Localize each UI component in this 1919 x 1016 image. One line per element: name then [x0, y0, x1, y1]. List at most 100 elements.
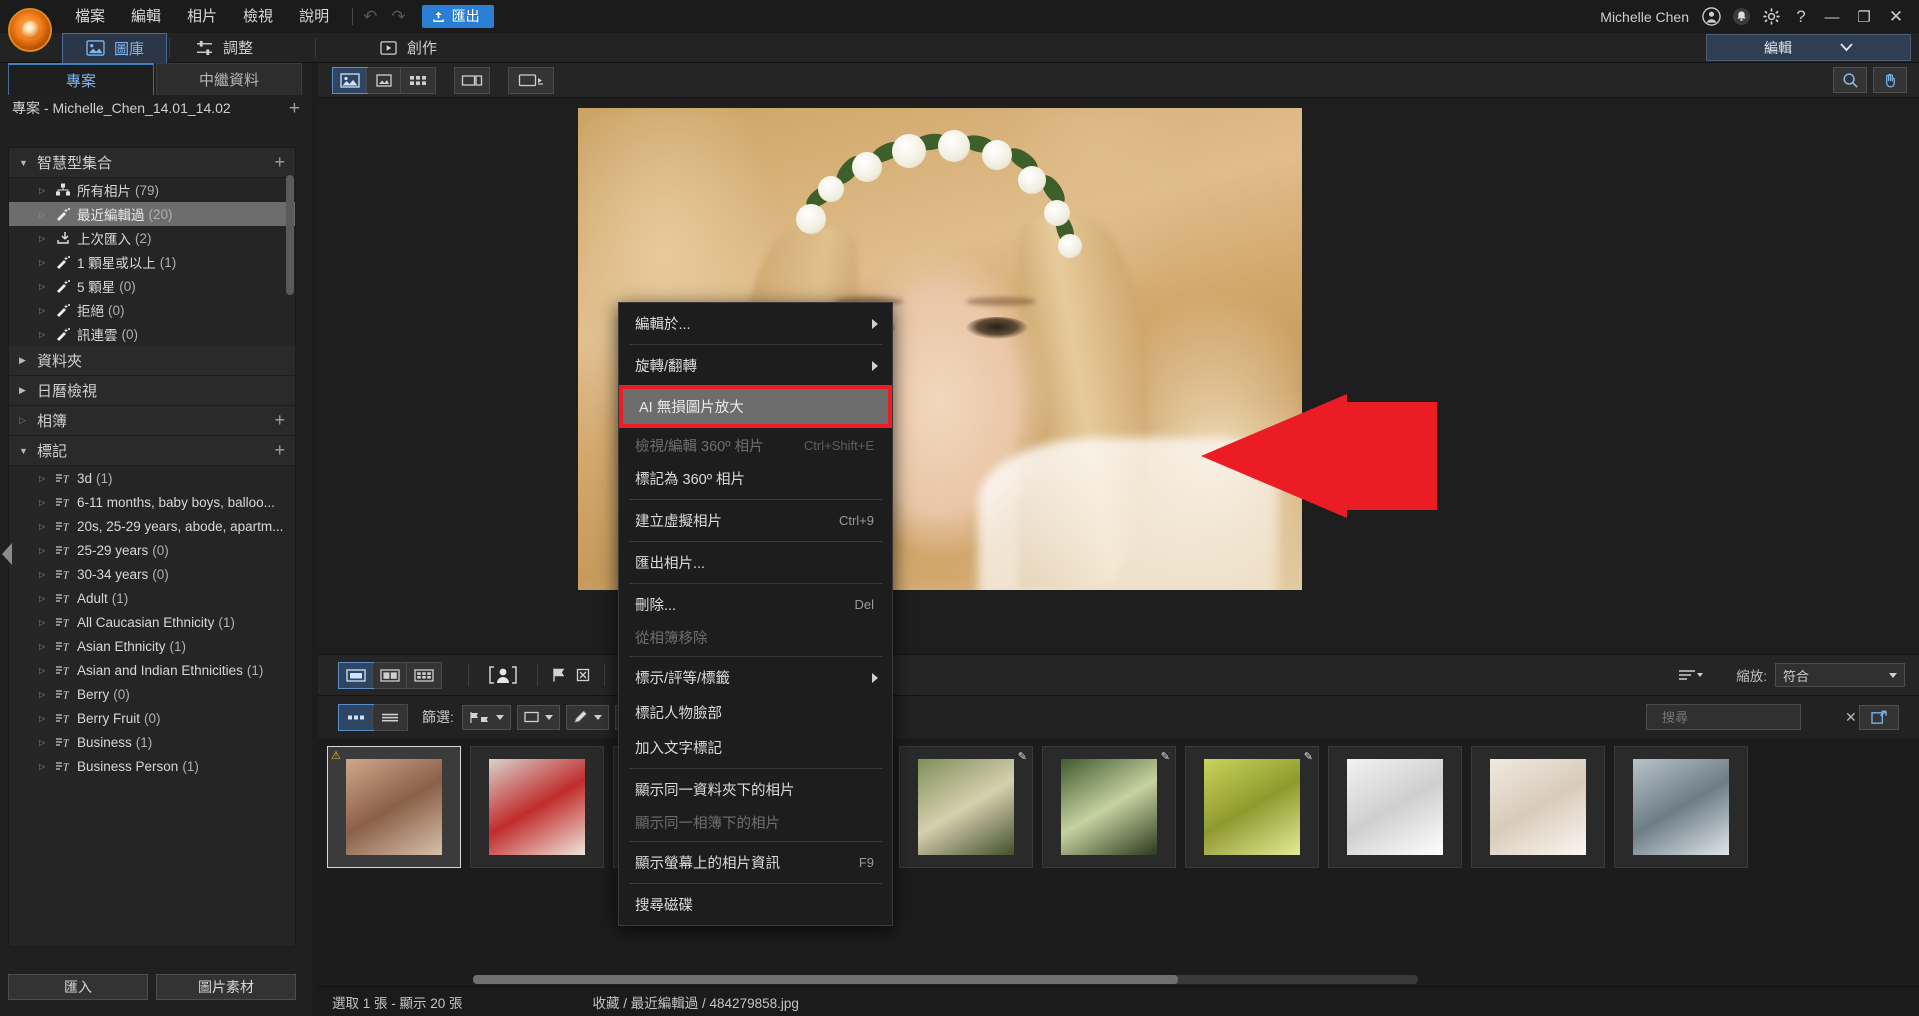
sidebar-tab-metadata[interactable]: 中繼資料: [156, 63, 302, 95]
context-menu-item[interactable]: 編輯於...: [619, 306, 892, 341]
filmstrip-thumbnail[interactable]: [1614, 746, 1748, 868]
sidebar-tag-item[interactable]: ▷TBerry(0): [9, 682, 295, 706]
zoom-search-button[interactable]: [1833, 67, 1867, 93]
menu-item-photo[interactable]: 相片: [174, 0, 230, 33]
filmstrip-layout-grid-button[interactable]: [407, 663, 441, 688]
add-project-icon[interactable]: +: [289, 99, 300, 118]
sidebar-tab-project[interactable]: 專案: [8, 63, 154, 95]
filmstrip-layout-dual-button[interactable]: [373, 663, 407, 688]
filmstrip-thumbnail[interactable]: [1328, 746, 1462, 868]
filmstrip-layout-single-button[interactable]: [339, 663, 373, 688]
add-album-icon[interactable]: +: [274, 410, 285, 431]
sidebar-group-calendar-view[interactable]: ▶ 日曆檢視: [9, 376, 295, 406]
sidebar-item-last-import[interactable]: ▷ 上次匯入 (2): [9, 226, 295, 250]
filter-edit-dropdown[interactable]: [566, 705, 609, 730]
sidebar-group-tags[interactable]: ▼ 標記 +: [9, 436, 295, 466]
slideshow-button[interactable]: [509, 68, 553, 93]
context-menu-item[interactable]: 標示/評等/標籤: [619, 660, 892, 695]
sidebar-item-one-star-plus[interactable]: ▷ 1 顆星或以上 (1): [9, 250, 295, 274]
context-menu-item[interactable]: 建立虛擬相片Ctrl+9: [619, 503, 892, 538]
sidebar-tag-item[interactable]: ▷T20s, 25-29 years, abode, apartm...: [9, 514, 295, 538]
filmstrip-scroll-thumb[interactable]: [473, 975, 1178, 984]
pan-hand-button[interactable]: [1873, 67, 1907, 93]
mode-tab-create[interactable]: 創作: [356, 33, 459, 63]
sidebar-tag-item[interactable]: ▷T6-11 months, baby boys, balloo...: [9, 490, 295, 514]
edit-mode-dropdown[interactable]: 編輯: [1706, 34, 1911, 61]
flag-reject-icon[interactable]: [575, 667, 591, 683]
sidebar-tag-item[interactable]: ▷TAll Caucasian Ethnicity(1): [9, 610, 295, 634]
menu-item-view[interactable]: 檢視: [230, 0, 286, 33]
context-menu-item[interactable]: 刪除...Del: [619, 587, 892, 622]
add-tag-icon[interactable]: +: [274, 440, 285, 461]
filmstrip-thumbnail[interactable]: ⚠: [327, 746, 461, 868]
sidebar-collapse-handle[interactable]: [2, 543, 12, 565]
context-menu-item[interactable]: 加入文字標記: [619, 730, 892, 765]
stock-photos-button[interactable]: 圖片素材: [156, 974, 296, 1000]
filmstrip-thumbnail[interactable]: [1471, 746, 1605, 868]
import-button[interactable]: 匯入: [8, 974, 148, 1000]
sidebar-item-five-star[interactable]: ▷ 5 顆星 (0): [9, 274, 295, 298]
filmstrip-thumbnail[interactable]: ✎: [899, 746, 1033, 868]
undo-icon[interactable]: ↶: [363, 7, 377, 27]
sidebar-tag-item[interactable]: ▷TBusiness Person(1): [9, 754, 295, 778]
mode-tab-library[interactable]: 圖庫: [62, 33, 167, 63]
sidebar-scrollbar[interactable]: [286, 150, 294, 946]
view-mode-photo-fit-button[interactable]: [367, 68, 401, 93]
close-button[interactable]: ✕: [1881, 3, 1911, 31]
sidebar-tag-item[interactable]: ▷TAdult(1): [9, 586, 295, 610]
sidebar-item-cyberlink-cloud[interactable]: ▷ 訊連雲 (0): [9, 322, 295, 346]
zoom-level-select[interactable]: 符合: [1775, 663, 1905, 687]
sidebar-item-rejected[interactable]: ▷ 拒絕 (0): [9, 298, 295, 322]
search-clear-icon[interactable]: ✕: [1845, 709, 1857, 726]
filmstrip-search-box[interactable]: ✕: [1646, 704, 1801, 730]
photo-context-menu[interactable]: 編輯於...旋轉/翻轉AI 無損圖片放大檢視/編輯 360º 相片Ctrl+Sh…: [618, 302, 893, 926]
redo-icon[interactable]: ↷: [391, 7, 405, 27]
view-mode-single-photo-button[interactable]: [333, 68, 367, 93]
menu-item-edit[interactable]: 編輯: [118, 0, 174, 33]
sidebar-tag-item[interactable]: ▷TBusiness(1): [9, 730, 295, 754]
sidebar-item-all-photos[interactable]: ▷ 所有相片 (79): [9, 178, 295, 202]
sidebar-group-folders[interactable]: ▶ 資料夾: [9, 346, 295, 376]
context-menu-item[interactable]: AI 無損圖片放大: [623, 389, 888, 424]
context-menu-item[interactable]: 標記人物臉部: [619, 695, 892, 730]
context-menu-item[interactable]: 顯示螢幕上的相片資訊F9: [619, 845, 892, 880]
add-smart-collection-icon[interactable]: +: [274, 152, 285, 173]
minimize-button[interactable]: —: [1817, 3, 1847, 31]
account-avatar-icon[interactable]: [1697, 3, 1725, 31]
sidebar-tag-item[interactable]: ▷TBerry Fruit(0): [9, 706, 295, 730]
menu-item-help[interactable]: 說明: [286, 0, 342, 33]
notification-bell-icon[interactable]: [1727, 3, 1755, 31]
sidebar-tag-item[interactable]: ▷T25-29 years(0): [9, 538, 295, 562]
context-menu-item[interactable]: 顯示同一資料夾下的相片: [619, 772, 892, 807]
sidebar-tag-item[interactable]: ▷T3d(1): [9, 466, 295, 490]
flag-pick-icon[interactable]: [551, 667, 567, 683]
photo-viewer[interactable]: [318, 98, 1919, 654]
sidebar-group-albums[interactable]: ▷ 相簿 +: [9, 406, 295, 436]
filmstrip-list-view-button[interactable]: [373, 705, 407, 730]
sidebar-item-recently-edited[interactable]: ▷ 最近編輯過 (20): [9, 202, 295, 226]
filmstrip-thumbnail[interactable]: ✎: [1042, 746, 1176, 868]
filter-label-dropdown[interactable]: [517, 705, 560, 730]
context-menu-item[interactable]: 旋轉/翻轉: [619, 348, 892, 383]
context-menu-item[interactable]: 標記為 360º 相片: [619, 461, 892, 496]
context-menu-item[interactable]: 匯出相片...: [619, 545, 892, 580]
sidebar-tag-item[interactable]: ▷TAsian Ethnicity(1): [9, 634, 295, 658]
filter-flag-dropdown[interactable]: [462, 705, 511, 730]
view-mode-grid-button[interactable]: [401, 68, 435, 93]
filmstrip-thumbnail[interactable]: [470, 746, 604, 868]
sidebar-tag-item[interactable]: ▷TAsian and Indian Ethnicities(1): [9, 658, 295, 682]
help-question-icon[interactable]: ?: [1787, 3, 1815, 31]
expand-filmstrip-button[interactable]: [1859, 705, 1899, 730]
filmstrip-scrollbar[interactable]: [318, 975, 1919, 984]
mode-tab-adjust[interactable]: 調整: [172, 33, 275, 63]
search-input[interactable]: [1662, 710, 1838, 725]
face-tag-button[interactable]: [482, 665, 524, 685]
sidebar-group-smart-collections[interactable]: ▼ 智慧型集合 +: [9, 148, 295, 178]
sidebar-tag-item[interactable]: ▷T30-34 years(0): [9, 562, 295, 586]
settings-gear-icon[interactable]: [1757, 3, 1785, 31]
export-button[interactable]: 匯出: [422, 5, 494, 28]
sidebar-scroll-thumb[interactable]: [286, 175, 294, 295]
compare-view-button[interactable]: [455, 68, 489, 93]
filmstrip-thumbnail-view-button[interactable]: [339, 705, 373, 730]
filmstrip-thumbnail[interactable]: ✎: [1185, 746, 1319, 868]
